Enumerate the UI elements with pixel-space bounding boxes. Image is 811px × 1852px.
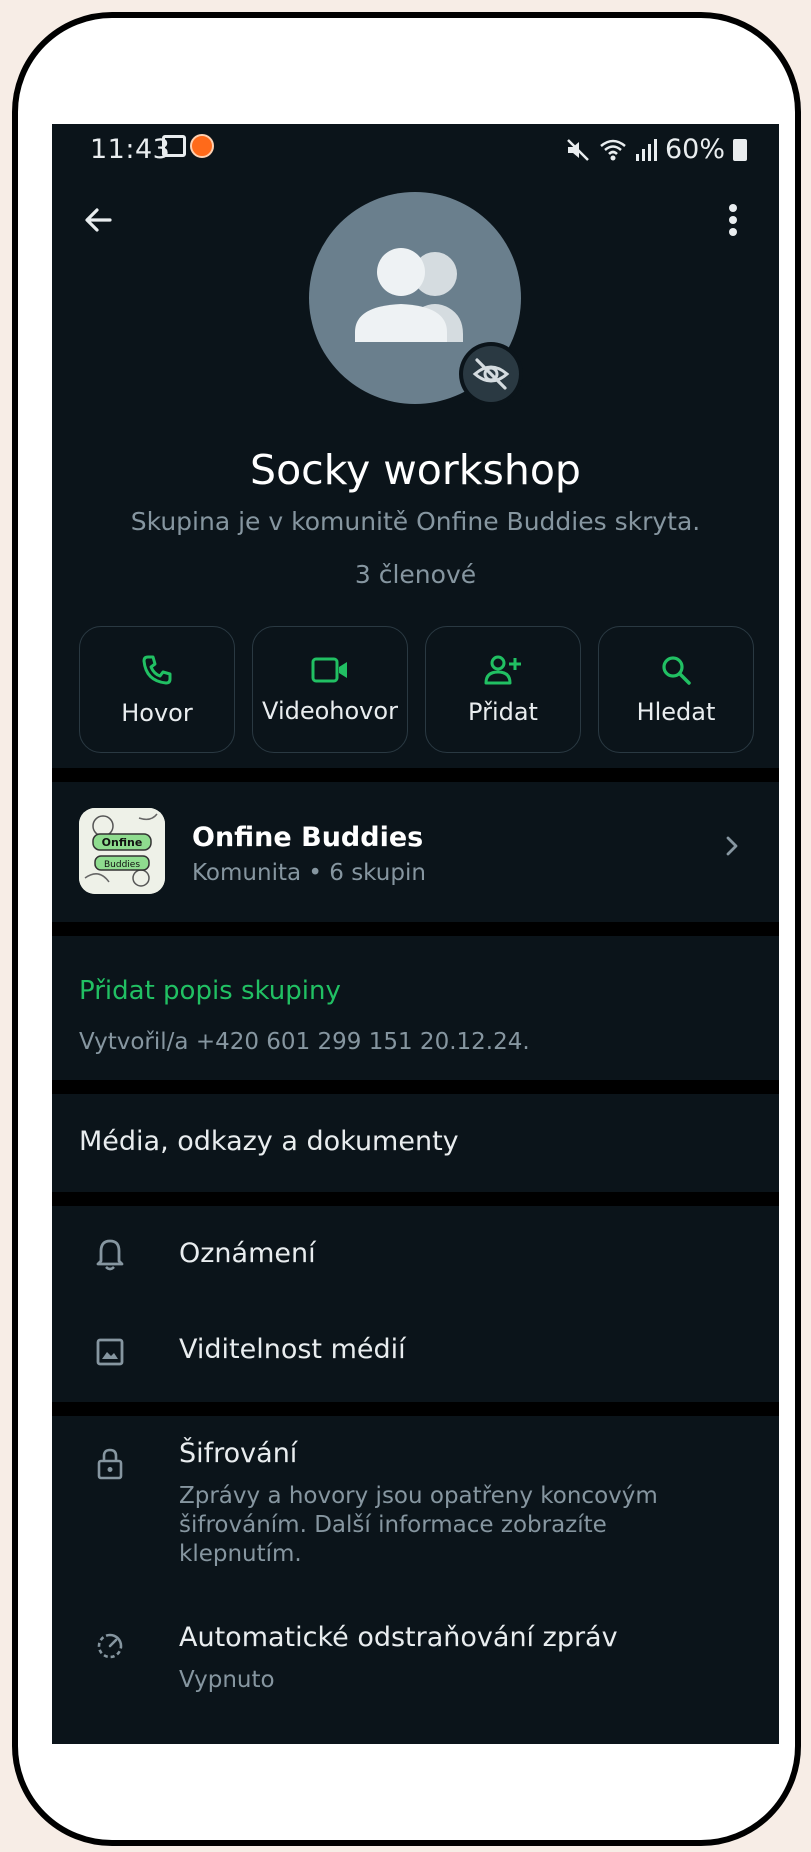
section-divider [52,1080,779,1094]
more-vertical-icon [729,204,737,236]
battery-icon [733,138,747,161]
chevron-right-icon [726,836,738,856]
add-person-icon [484,655,521,684]
status-bar: 11:43 60% [52,124,779,172]
phone-icon [142,655,172,684]
notifications-label: Oznámení [179,1238,316,1269]
section-divider [52,768,779,782]
section-divider [52,922,779,936]
timer-icon [92,1628,128,1664]
video-call-button[interactable]: Videohovor [252,626,408,753]
back-button[interactable] [70,192,126,248]
search-icon [662,655,691,685]
call-button[interactable]: Hovor [79,626,235,753]
hidden-badge [459,342,523,406]
status-time: 11:43 [90,134,171,165]
media-links-docs-row[interactable]: Média, odkazy a dokumenty [52,1094,779,1192]
community-subtitle: Komunita • 6 skupin [192,860,426,886]
add-description-link[interactable]: Přidat popis skupiny [79,976,341,1006]
add-member-label: Přidat [468,697,538,726]
eye-off-icon [472,358,510,390]
disappearing-messages-row[interactable]: Automatické odstraňování zpráv Vypnuto [52,1598,779,1718]
community-logo-text-top: Onfine [102,836,143,849]
action-buttons: Hovor Videohovor Přidat Hledat [79,626,754,753]
screen: 11:43 60% Socky workshop Skupina je v ko… [52,124,779,1744]
image-icon [92,1334,128,1370]
call-label: Hovor [121,698,193,727]
lock-icon [92,1446,128,1482]
arrow-back-icon [85,208,112,232]
status-right-icons: 60% [565,134,747,165]
encryption-description: Zprávy a hovory jsou opatřeny koncovým š… [179,1483,658,1567]
notifications-row[interactable]: Oznámení [52,1206,779,1304]
video-icon [311,657,347,682]
mute-icon [567,138,589,161]
disappearing-messages-value: Vypnuto [179,1667,275,1693]
community-logo: Onfine Buddies [79,808,165,894]
orange-app-icon [190,134,214,158]
section-divider [52,1192,779,1206]
media-links-docs-label: Média, odkazy a dokumenty [79,1126,459,1157]
video-call-label: Videohovor [262,696,398,725]
community-row[interactable]: Onfine Buddies Onfine Buddies Komunita •… [52,782,779,922]
search-button[interactable]: Hledat [598,626,754,753]
wifi-icon [600,139,626,160]
encryption-title: Šifrování [179,1438,298,1469]
disappearing-messages-title: Automatické odstraňování zpráv [179,1622,618,1653]
created-by-text: Vytvořil/a +420 601 299 151 20.12.24. [79,1029,530,1055]
community-name: Onfine Buddies [192,822,424,853]
search-label: Hledat [636,697,716,726]
media-visibility-row[interactable]: Viditelnost médií [52,1304,779,1400]
bell-icon [92,1236,128,1272]
group-members-count[interactable]: 3 členové [52,560,779,589]
battery-percent: 60% [664,134,725,165]
media-visibility-label: Viditelnost médií [179,1334,406,1365]
status-left-icons [162,134,214,158]
community-logo-text-bottom: Buddies [104,860,140,870]
add-member-button[interactable]: Přidat [425,626,581,753]
notification-square-icon [162,135,186,157]
section-divider [52,1402,779,1416]
more-options-button[interactable] [705,192,761,248]
signal-icon [635,138,657,161]
encryption-row[interactable]: Šifrování Zprávy a hovory jsou opatřeny … [52,1416,779,1598]
description-section: Přidat popis skupiny Vytvořil/a +420 601… [52,936,779,1080]
group-subtitle: Skupina je v komunitě Onfine Buddies skr… [130,507,701,536]
group-name[interactable]: Socky workshop [52,446,779,494]
